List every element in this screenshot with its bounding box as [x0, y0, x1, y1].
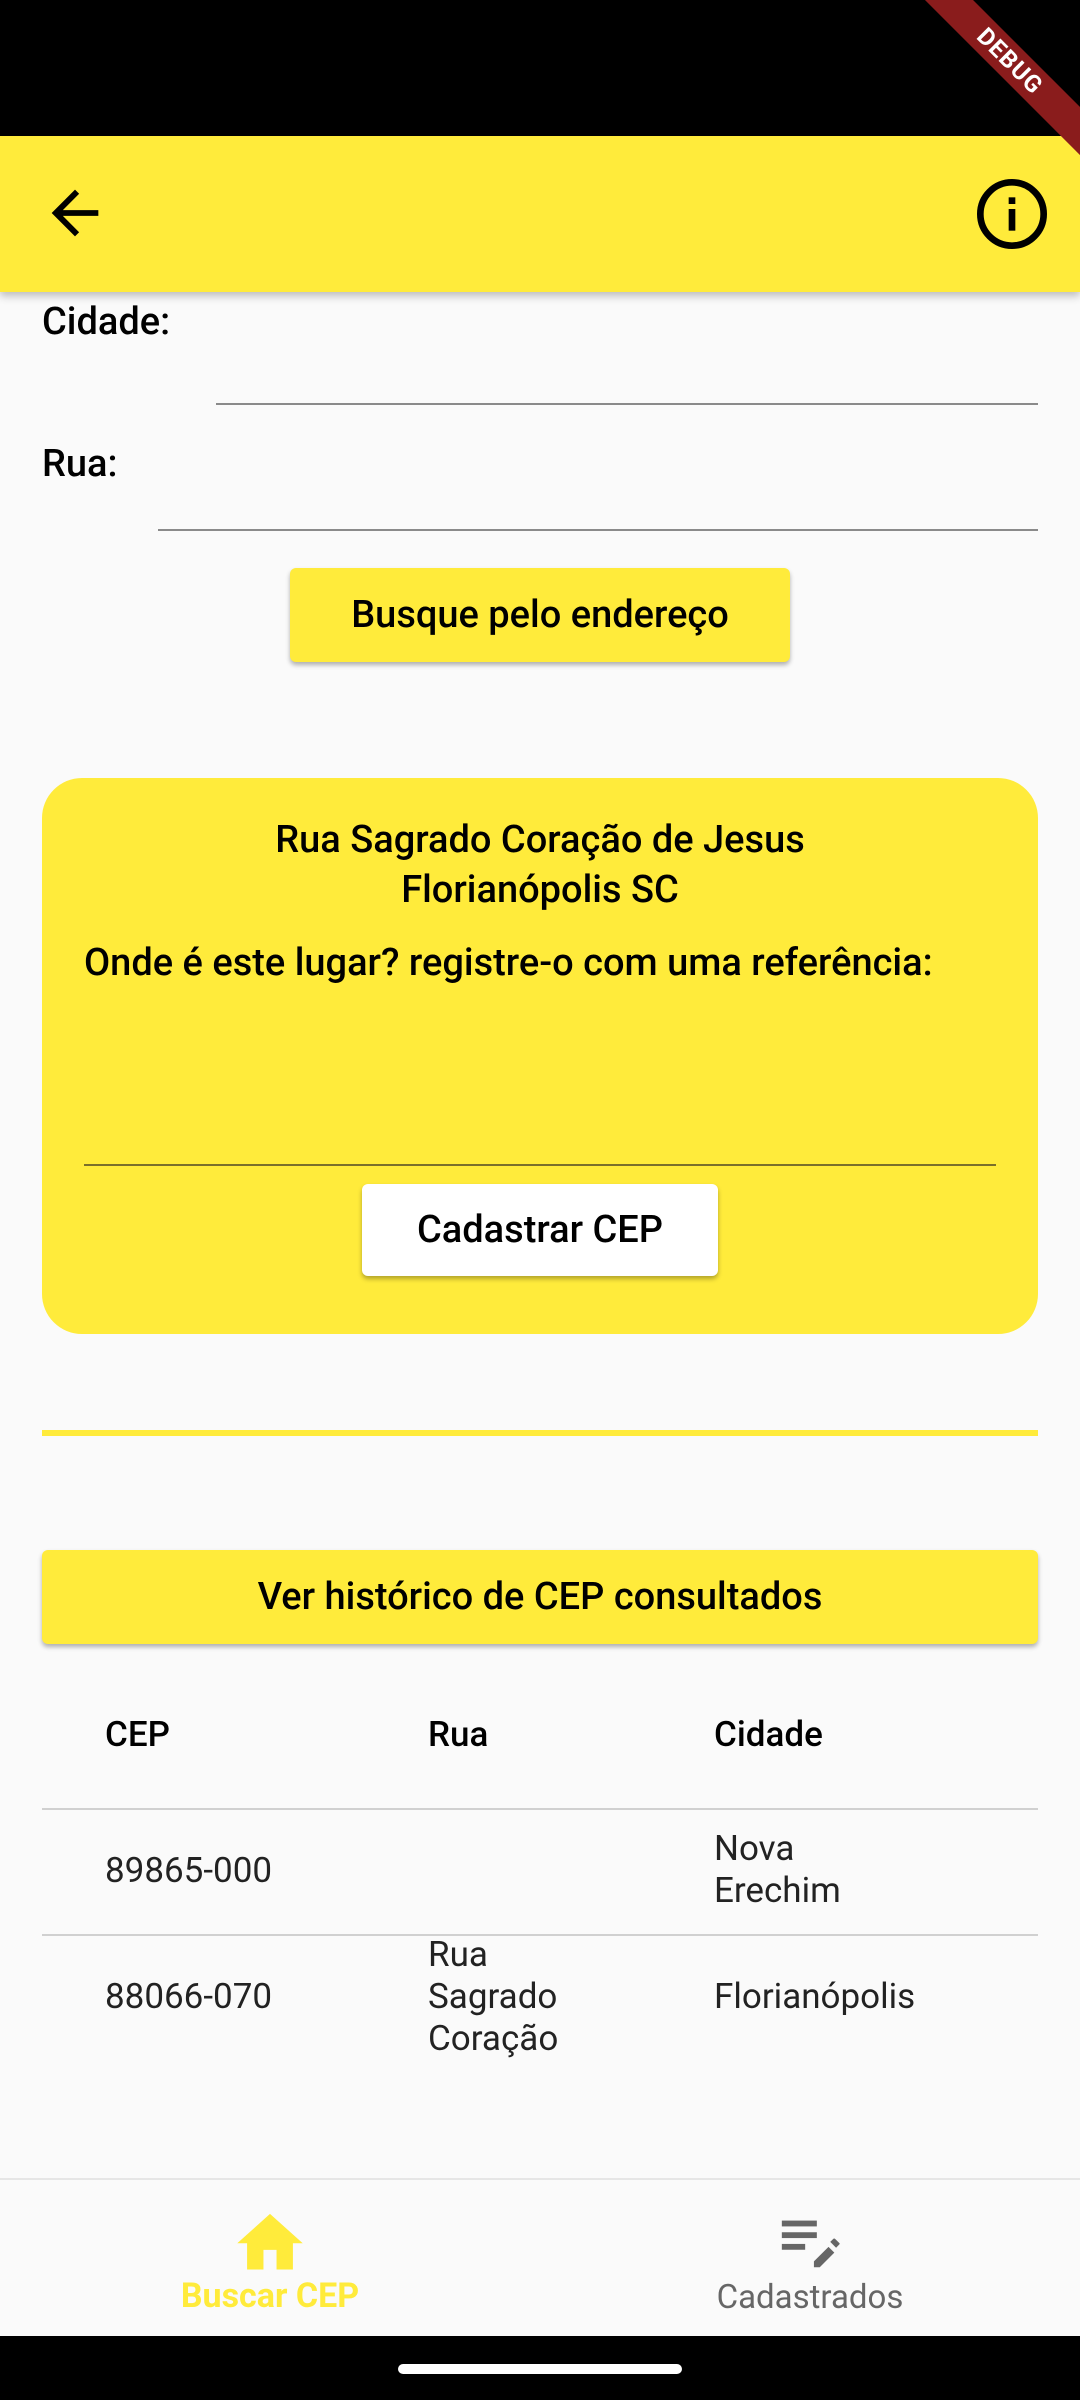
row-cep: 88066-070 — [105, 1976, 273, 2017]
row-rua: Rua Sagrado Coração — [428, 1934, 559, 2059]
row-cep: 89865-000 — [105, 1850, 273, 1891]
rua-field-underline — [158, 529, 1038, 531]
search-address-button[interactable]: Busque pelo endereço — [290, 568, 790, 662]
row-cidade: Florianópolis — [714, 1976, 916, 2017]
section-divider — [42, 1430, 1038, 1436]
nav-buscar-cep-label: Buscar CEP — [180, 2276, 360, 2316]
edit-list-icon — [781, 2220, 840, 2268]
nav-cadastrados-label: Cadastrados — [716, 2278, 904, 2317]
history-button[interactable]: Ver histórico de CEP consultados — [42, 1550, 1038, 1644]
nav-buscar-cep[interactable]: Buscar CEP — [0, 2180, 540, 2338]
info-button[interactable] — [972, 174, 1052, 254]
nav-cadastrados[interactable]: Cadastrados — [540, 2180, 1080, 2338]
header-divider — [42, 1808, 1038, 1810]
rua-field[interactable] — [158, 450, 1038, 530]
cidade-label: Cidade: — [42, 300, 171, 344]
result-street: Rua Sagrado Coração de Jesus — [275, 818, 805, 862]
result-card: Rua Sagrado Coração de Jesus Florianópol… — [42, 778, 1038, 1334]
back-button[interactable] — [40, 178, 110, 248]
arrow-back-icon — [51, 189, 99, 237]
bottom-navigation: Buscar CEP Cadastrados — [0, 2178, 1080, 2338]
header-cep: CEP — [105, 1714, 170, 1755]
home-icon — [237, 2213, 303, 2270]
rua-label: Rua: — [42, 442, 118, 486]
reference-prompt: Onde é este lugar? registre-o com uma re… — [84, 941, 933, 985]
result-city-state: Florianópolis SC — [401, 868, 679, 912]
status-bar — [0, 0, 1080, 136]
header-cidade: Cidade — [714, 1714, 823, 1755]
home-gesture-pill[interactable] — [398, 2364, 682, 2374]
reference-input-underline — [84, 1164, 996, 1166]
row-cidade: Nova Erechim — [714, 1828, 841, 1911]
app-bar — [0, 136, 1080, 292]
register-cep-button[interactable]: Cadastrar CEP — [362, 1184, 718, 1276]
reference-input[interactable] — [84, 1078, 996, 1164]
cidade-field-underline — [216, 403, 1038, 405]
header-rua: Rua — [428, 1714, 489, 1755]
cidade-field[interactable] — [216, 330, 1038, 406]
info-icon — [977, 179, 1047, 249]
